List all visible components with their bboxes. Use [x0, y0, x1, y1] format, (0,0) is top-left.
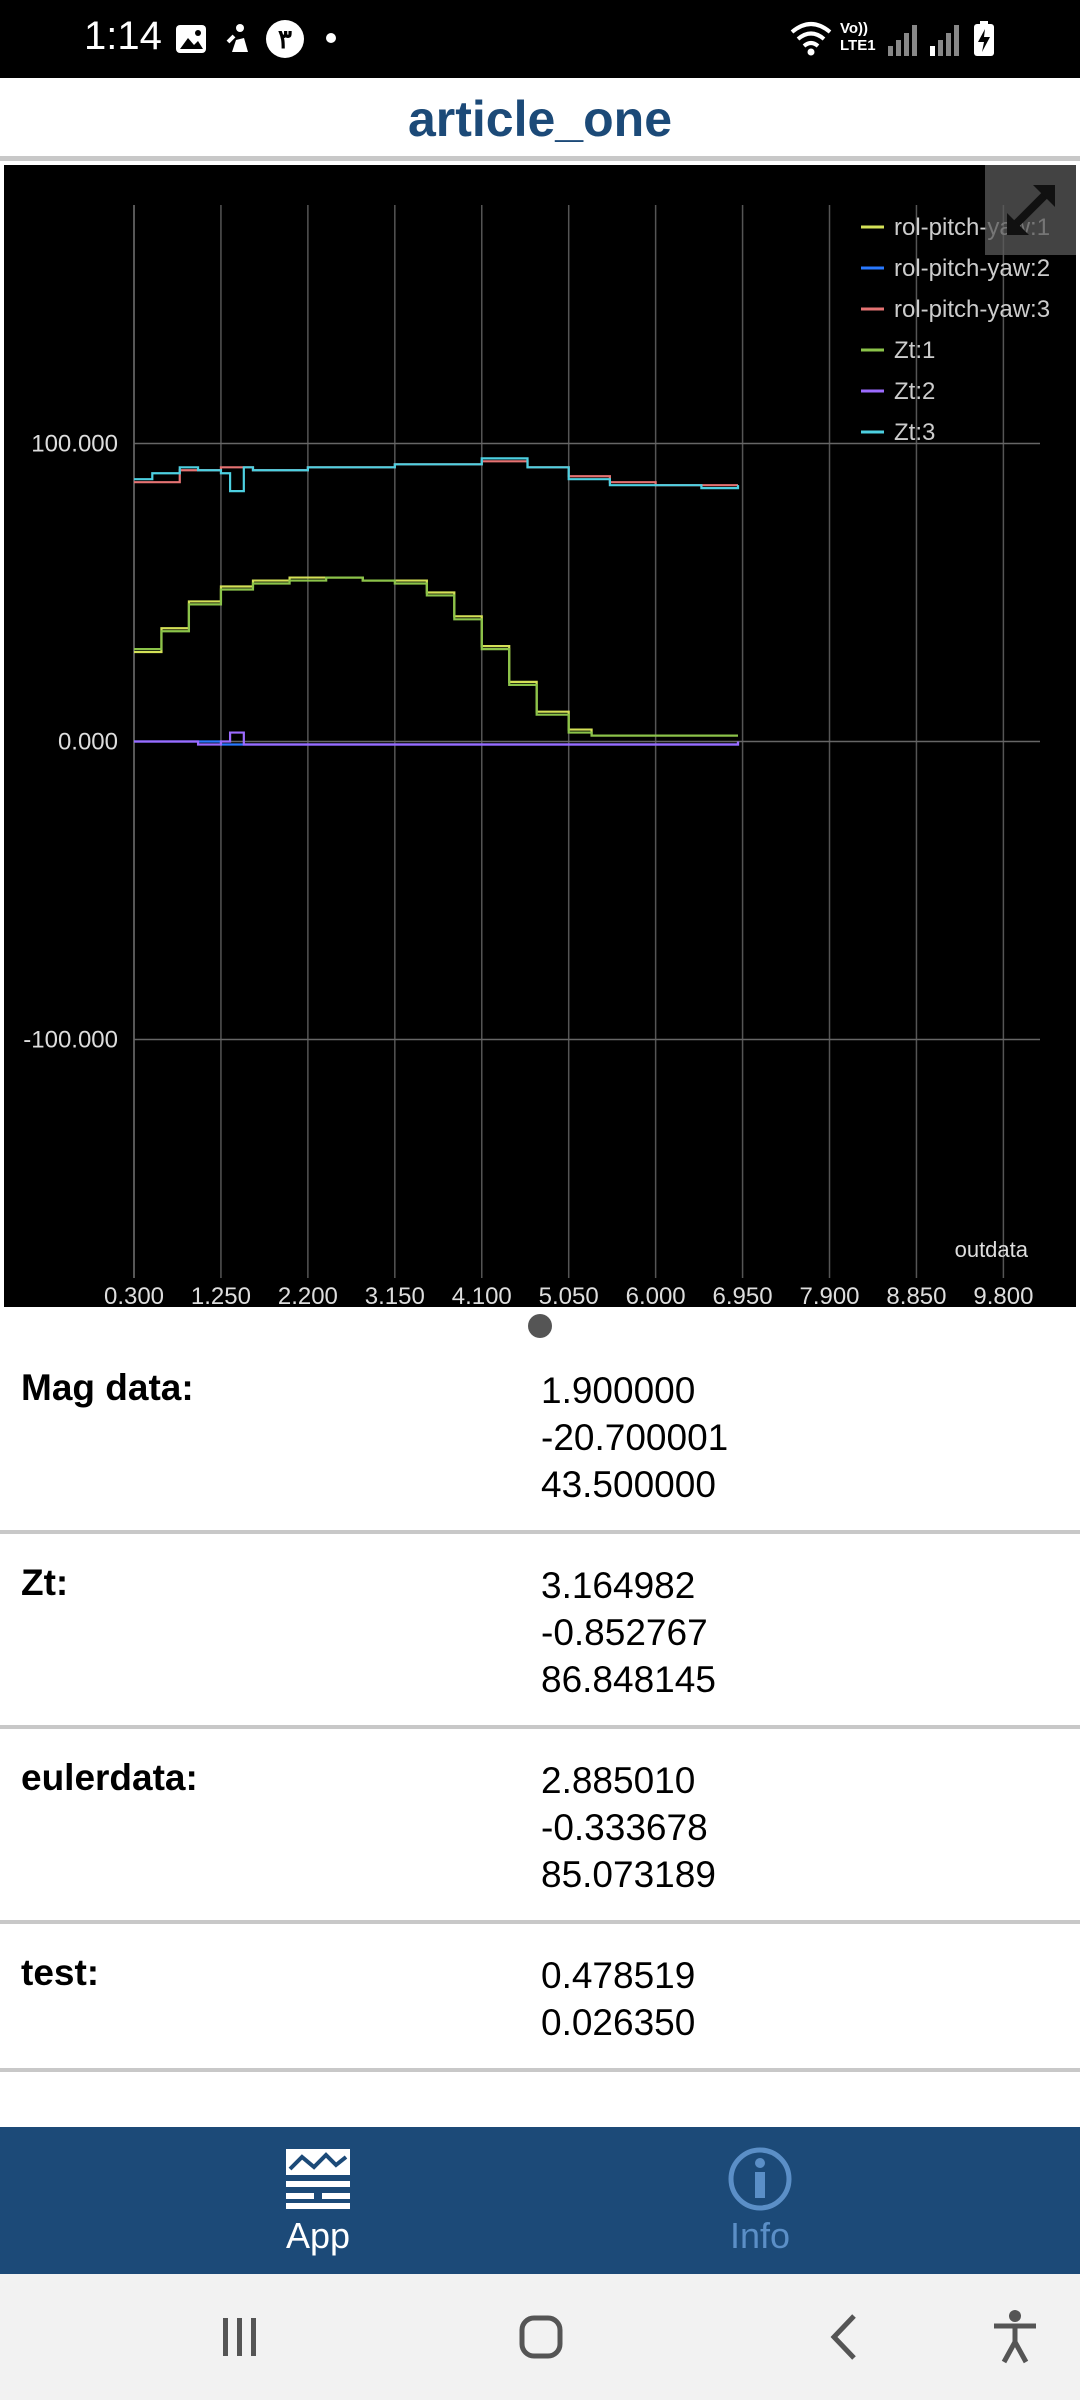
- nav-item-app[interactable]: App: [218, 2127, 418, 2274]
- row-label: test:: [21, 1952, 100, 1993]
- x-tick-label: 8.850: [886, 1283, 946, 1307]
- row-label: eulerdata:: [21, 1757, 198, 1798]
- row-value: -0.333678: [541, 1807, 708, 1848]
- dot-icon: [326, 33, 336, 43]
- series-line-rol-pitch-yaw-1: [134, 576, 738, 737]
- row-value: 0.478519: [541, 1955, 696, 1996]
- legend-label: rol-pitch-yaw:2: [894, 255, 1050, 282]
- x-tick-label: 6.000: [626, 1283, 686, 1307]
- chart-annotation: outdata: [955, 1237, 1029, 1262]
- row-values: 3.164982 -0.852767 86.848145: [541, 1562, 716, 1703]
- row-value: 0.026350: [541, 2002, 696, 2043]
- row-label: Mag data:: [21, 1367, 194, 1408]
- row-value: 3.164982: [541, 1565, 696, 1606]
- legend-label: Zt:3: [894, 419, 935, 446]
- volte-icon: Vo)) LTE1: [840, 20, 876, 54]
- row-label: Zt:: [21, 1562, 69, 1603]
- line-chart: 0.300 1.250 2.200 3.150 4.100 5.050 6.000 6.950…: [23, 205, 1050, 1307]
- status-bar: 1:14 ٣ Vo)) LTE1: [0, 0, 1080, 78]
- battery-charging-icon: [974, 21, 994, 56]
- wifi-icon: [790, 22, 832, 56]
- app-header: article_one: [0, 78, 1080, 158]
- gallery-icon: [176, 25, 206, 53]
- x-tick-label: 2.200: [278, 1283, 338, 1307]
- nav-label: Info: [729, 2215, 791, 2256]
- legend-label: Zt:1: [894, 337, 935, 364]
- home-icon[interactable]: [506, 2302, 576, 2372]
- row-value: 86.848145: [541, 1659, 716, 1700]
- notification-badge-icon: ٣: [266, 20, 304, 58]
- row-values: 2.885010 -0.333678 85.073189: [541, 1757, 716, 1898]
- legend-label: rol-pitch-yaw:3: [894, 296, 1050, 323]
- x-tick-label: 5.050: [539, 1283, 599, 1307]
- recents-icon[interactable]: [205, 2302, 275, 2372]
- signal-icon: [888, 25, 917, 56]
- row-divider: [0, 1725, 1080, 1729]
- x-tick-label: 4.100: [452, 1283, 512, 1307]
- y-tick-label: 0.000: [58, 729, 118, 756]
- row-value: -20.700001: [541, 1417, 729, 1458]
- signal-icon-2: [930, 25, 959, 56]
- back-icon[interactable]: [810, 2302, 880, 2372]
- row-values: 1.900000 -20.700001 43.500000: [541, 1367, 728, 1508]
- row-value: -0.852767: [541, 1612, 708, 1653]
- expand-button[interactable]: [985, 165, 1076, 255]
- legend-label: Zt:2: [894, 378, 935, 405]
- x-tick-label: 9.800: [973, 1283, 1033, 1307]
- row-divider: [0, 1530, 1080, 1534]
- row-value: 85.073189: [541, 1854, 716, 1895]
- row-values: 0.478519 0.026350: [541, 1952, 695, 2046]
- pager-dot[interactable]: [528, 1314, 552, 1338]
- status-time: 1:14: [84, 14, 162, 58]
- chart-panel[interactable]: 0.300 1.250 2.200 3.150 4.100 5.050 6.000 6.950…: [4, 165, 1076, 1307]
- bottom-nav: App Info: [0, 2127, 1080, 2274]
- x-tick-label: 0.300: [104, 1283, 164, 1307]
- y-tick-label: -100.000: [23, 1027, 118, 1054]
- x-tick-label: 3.150: [365, 1283, 425, 1307]
- x-tick-label: 7.900: [799, 1283, 859, 1307]
- row-value: 2.885010: [541, 1760, 696, 1801]
- app-icon: [286, 2149, 350, 2209]
- row-divider: [0, 1920, 1080, 1924]
- x-tick-label: 1.250: [191, 1283, 251, 1307]
- accessibility-icon[interactable]: [980, 2302, 1050, 2372]
- nav-label: App: [285, 2215, 351, 2256]
- series-line-zt-1: [134, 576, 738, 737]
- expand-icon: [1007, 185, 1055, 235]
- info-icon: [728, 2147, 792, 2211]
- series-line-zt-2: [134, 731, 740, 746]
- row-value: 1.900000: [541, 1370, 696, 1411]
- header-divider: [0, 156, 1080, 161]
- y-tick-label: 100.000: [31, 430, 118, 457]
- series-line-zt-3: [134, 457, 740, 493]
- row-divider: [0, 2068, 1080, 2072]
- accessibility-icon: [226, 24, 248, 52]
- nav-item-info[interactable]: Info: [660, 2127, 860, 2274]
- x-tick-label: 6.950: [713, 1283, 773, 1307]
- page-title: article_one: [407, 91, 672, 147]
- row-value: 43.500000: [541, 1464, 716, 1505]
- system-nav-bar: [0, 2274, 1080, 2400]
